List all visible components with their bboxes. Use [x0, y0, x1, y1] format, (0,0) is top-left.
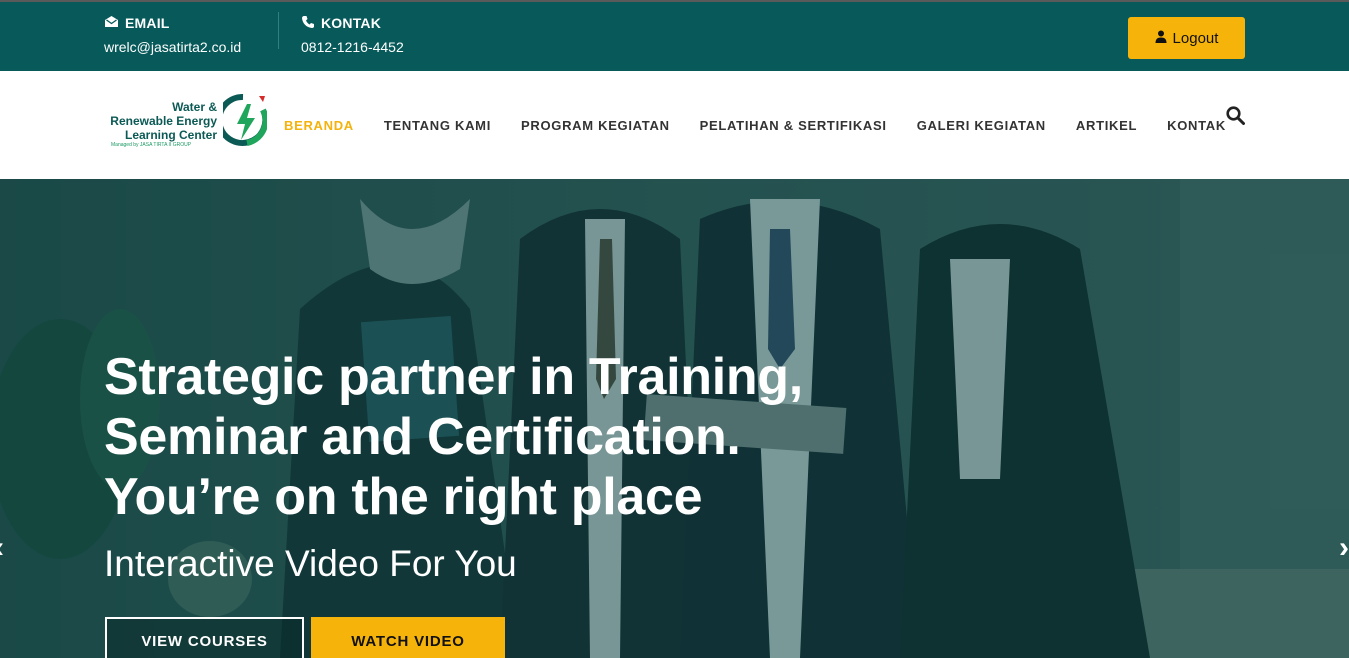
- logo-line-1: Water &: [172, 100, 217, 114]
- top-bar: EMAIL wrelc@jasatirta2.co.id KONTAK 0812…: [0, 0, 1349, 71]
- search-icon[interactable]: [1226, 106, 1245, 130]
- hero-title-line-1: Strategic partner in Training,: [104, 348, 803, 406]
- watch-video-button[interactable]: WATCH VIDEO: [311, 617, 505, 658]
- hero-title: Strategic partner in Training, Seminar a…: [104, 347, 924, 527]
- logo-line-3: Learning Center: [124, 128, 217, 142]
- slider-prev-arrow-icon[interactable]: ‹: [0, 531, 4, 565]
- email-value[interactable]: wrelc@jasatirta2.co.id: [104, 39, 241, 55]
- view-courses-button[interactable]: VIEW COURSES: [105, 617, 304, 658]
- hero-title-line-3: You’re on the right place: [104, 468, 703, 526]
- logout-button[interactable]: Logout: [1128, 17, 1245, 59]
- contact-block: KONTAK 0812-1216-4452: [301, 13, 404, 55]
- hero-subtitle: Interactive Video For You: [104, 543, 517, 584]
- nav-kontak[interactable]: KONTAK: [1167, 118, 1226, 133]
- logo-subtitle: Managed by JASA TIRTA II GROUP: [111, 142, 192, 148]
- main-nav: BERANDA TENTANG KAMI PROGRAM KEGIATAN PE…: [284, 71, 1256, 179]
- nav-beranda[interactable]: BERANDA: [284, 118, 354, 133]
- main-navbar: Water & Renewable Energy Learning Center…: [0, 71, 1349, 179]
- user-icon: [1155, 30, 1167, 47]
- hero-slider: Strategic partner in Training, Seminar a…: [0, 179, 1349, 658]
- logo-mark-icon: [223, 94, 267, 146]
- nav-program-kegiatan[interactable]: PROGRAM KEGIATAN: [521, 118, 670, 133]
- hero-title-line-2: Seminar and Certification.: [104, 408, 741, 466]
- envelope-icon: [104, 15, 119, 31]
- nav-pelatihan-sertifikasi[interactable]: PELATIHAN & SERTIFIKASI: [700, 118, 887, 133]
- slider-next-arrow-icon[interactable]: ›: [1339, 531, 1349, 565]
- site-logo[interactable]: Water & Renewable Energy Learning Center…: [105, 94, 267, 154]
- nav-galeri-kegiatan[interactable]: GALERI KEGIATAN: [917, 118, 1046, 133]
- email-block: EMAIL wrelc@jasatirta2.co.id: [104, 13, 241, 55]
- contact-label: KONTAK: [321, 15, 382, 31]
- divider: [278, 12, 279, 49]
- contact-value[interactable]: 0812-1216-4452: [301, 39, 404, 55]
- nav-tentang-kami[interactable]: TENTANG KAMI: [384, 118, 491, 133]
- email-label: EMAIL: [125, 15, 170, 31]
- nav-artikel[interactable]: ARTIKEL: [1076, 118, 1137, 133]
- logout-label: Logout: [1172, 29, 1219, 47]
- logo-line-2: Renewable Energy: [110, 114, 217, 128]
- phone-icon: [301, 15, 315, 32]
